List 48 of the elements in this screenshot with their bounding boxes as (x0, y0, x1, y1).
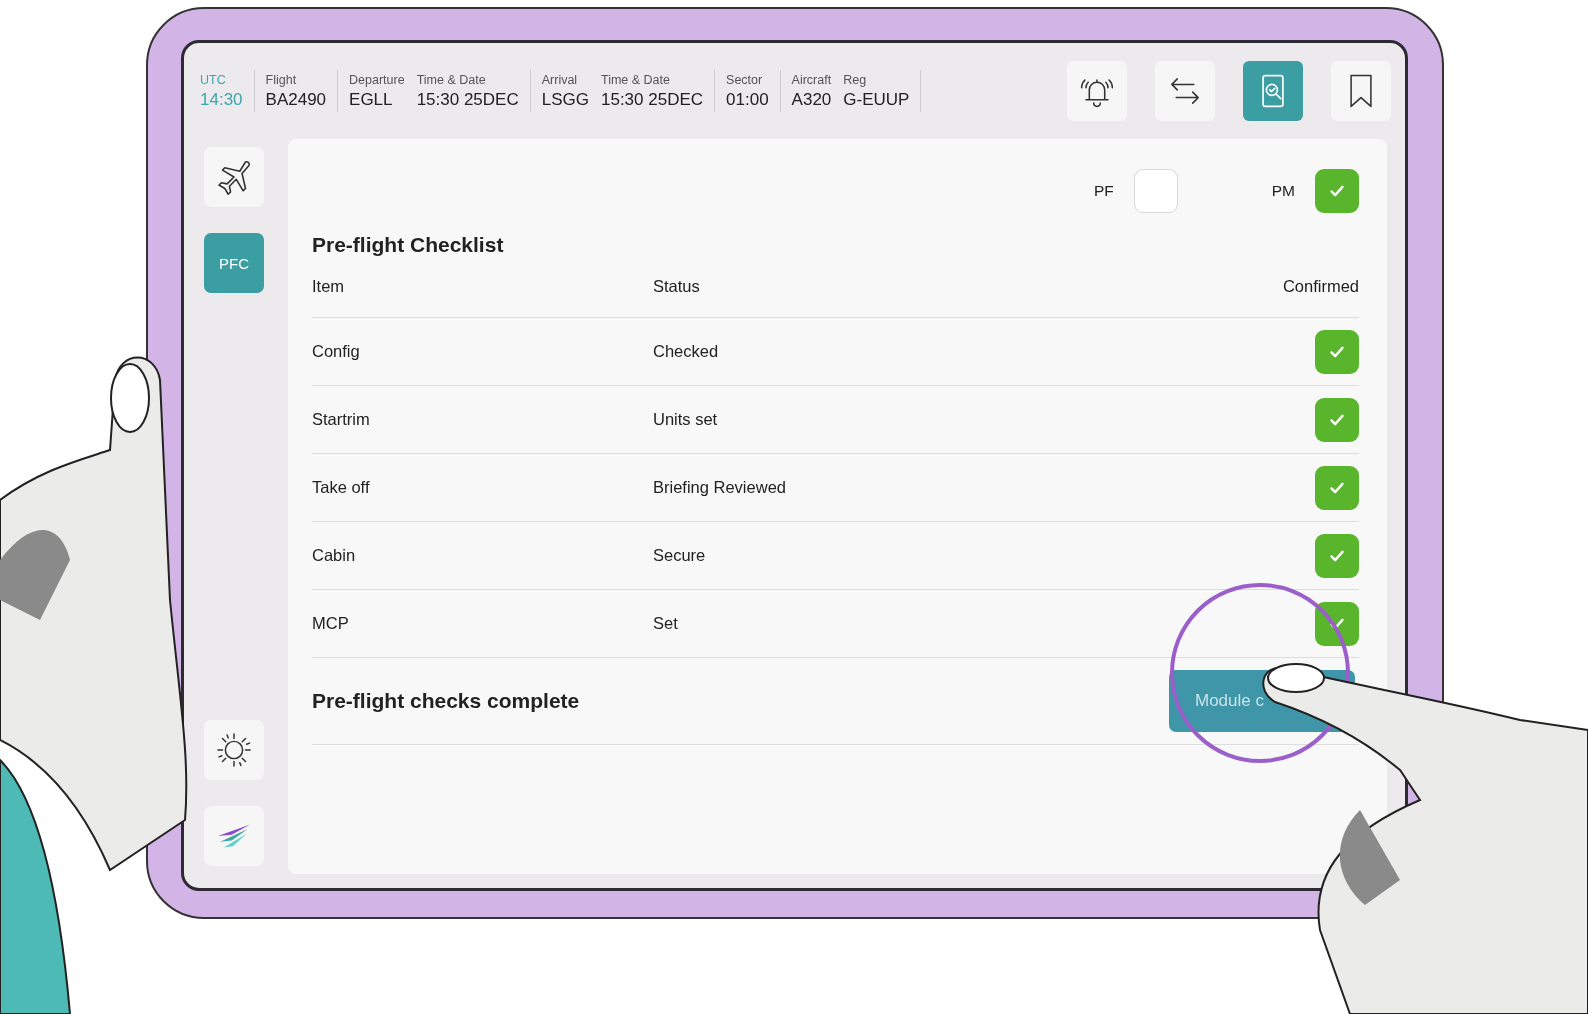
field-label: Aircraft (791, 72, 832, 87)
column-header: Item (312, 276, 346, 296)
field-label: UTC (200, 72, 227, 87)
table-cell-text: Checked (653, 342, 720, 361)
field-value: EGLL (349, 89, 394, 110)
toolbar-button[interactable] (1331, 61, 1391, 121)
sidebar-button[interactable] (204, 720, 264, 780)
field-label: Departure (349, 72, 405, 87)
table-cell-text: Set (653, 614, 679, 633)
checkbox[interactable] (1315, 533, 1359, 578)
field-value: LSGG (541, 89, 589, 110)
checkbox[interactable] (1315, 169, 1359, 213)
toolbar-button[interactable] (1155, 61, 1215, 121)
pilot-label: PM (1271, 182, 1295, 200)
sidebar-button[interactable] (204, 147, 264, 207)
table-cell-text: MCP (312, 614, 350, 633)
field-value: 01:00 (726, 89, 769, 110)
field-label: Flight (265, 72, 298, 87)
field-label: Arrival (541, 72, 579, 87)
pilot-label: PF (1093, 182, 1114, 200)
field-value: G-EUUP (843, 89, 910, 110)
checklist-title: Pre-flight Checklist (312, 233, 504, 257)
field-value: 14:30 (200, 89, 243, 110)
checkbox[interactable] (1315, 329, 1359, 374)
checkbox[interactable] (1315, 397, 1359, 442)
checkbox[interactable] (1315, 601, 1359, 646)
field-label: Sector (726, 72, 764, 87)
toolbar-button[interactable] (1067, 61, 1127, 121)
field-value: BA2490 (265, 89, 327, 110)
checkbox[interactable] (1315, 465, 1359, 510)
table-cell-text: Briefing Reviewed (653, 478, 787, 497)
table-cell-text: Cabin (312, 546, 357, 565)
table-cell-text: Secure (653, 546, 707, 565)
field-label: Time & Date (416, 72, 487, 87)
field-value: 15:30 25DEC (416, 89, 519, 110)
field-label: Time & Date (600, 72, 671, 87)
table-cell-text: Config (312, 342, 361, 361)
table-cell-text: Startrim (312, 410, 371, 429)
table-cell-text: Units set (653, 410, 719, 429)
sidebar-button[interactable]: PFC (204, 233, 264, 293)
column-header: Confirmed (1282, 276, 1359, 296)
field-value: A320 (791, 89, 832, 110)
table-cell-text: Take off (312, 478, 371, 497)
checkbox[interactable] (1133, 169, 1178, 213)
field-value: 15:30 25DEC (600, 89, 704, 110)
completion-message: Pre-flight checks complete (312, 689, 580, 713)
field-label: Reg (843, 72, 868, 87)
column-header: Status (653, 276, 701, 296)
